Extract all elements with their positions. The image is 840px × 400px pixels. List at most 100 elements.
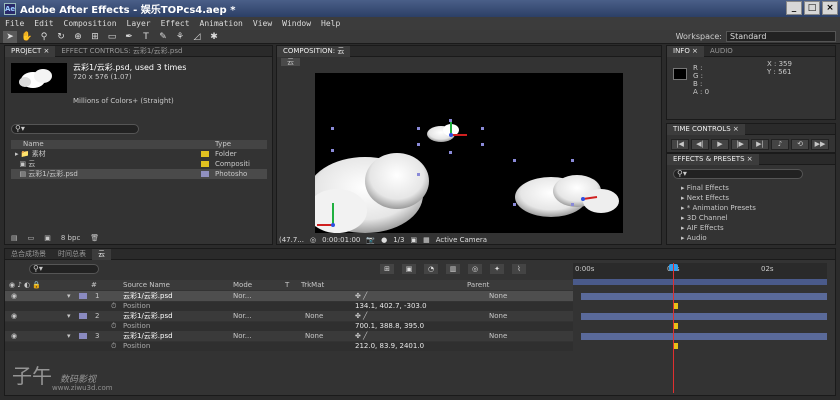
position-value[interactable]: 700.1, 388.8, 395.0 <box>355 322 424 331</box>
current-time-indicator[interactable] <box>673 263 674 393</box>
project-search-input[interactable]: ⚲▾ <box>11 124 139 134</box>
effects-category[interactable]: ▸ 3D Channel <box>667 213 835 223</box>
audio-icon[interactable]: ♪ <box>771 139 789 150</box>
tab-project[interactable]: PROJECT × <box>5 45 56 57</box>
tab-effects-presets[interactable]: EFFECTS & PRESETS × <box>667 153 759 165</box>
bit-depth-button[interactable]: 8 bpc <box>61 234 80 242</box>
camera-tool-icon[interactable]: ⊕ <box>71 31 85 43</box>
hide-shy-icon[interactable]: ◔ <box>424 264 438 274</box>
next-frame-icon[interactable]: |▶ <box>731 139 749 150</box>
hand-tool-icon[interactable]: ✋ <box>20 31 34 43</box>
trkmat-select[interactable]: None <box>305 331 323 341</box>
table-row[interactable]: ◉ ▾ 3 云彩1/云彩.psd Nor... None ✤ ╱ None <box>5 331 573 341</box>
stopwatch-icon[interactable]: ⏱ <box>111 322 116 331</box>
selection-tool-icon[interactable]: ➤ <box>3 30 17 43</box>
resolution-select[interactable]: 1/3 <box>393 236 404 244</box>
tab-info[interactable]: INFO × <box>667 45 704 57</box>
column-name[interactable]: Name <box>11 140 201 149</box>
pan-behind-tool-icon[interactable]: ⊞ <box>88 31 102 43</box>
layer-name[interactable]: 云彩1/云彩.psd <box>123 331 173 341</box>
expand-arrow-icon[interactable]: ▾ <box>67 331 71 341</box>
current-time-display[interactable]: 0:00:01:00 <box>322 236 360 244</box>
close-button[interactable]: × <box>822 1 838 15</box>
draft-3d-icon[interactable]: ▣ <box>402 264 416 274</box>
mask-tool-icon[interactable]: ▭ <box>105 31 119 43</box>
puppet-tool-icon[interactable]: ✱ <box>207 31 221 43</box>
camera-view-select[interactable]: Active Camera <box>436 236 487 244</box>
blend-mode-select[interactable]: Nor... <box>233 311 251 321</box>
tab-timeline-master[interactable]: 时间总表 <box>52 249 92 260</box>
stopwatch-icon[interactable]: ⏱ <box>111 342 116 351</box>
menu-effect[interactable]: Effect <box>156 19 195 28</box>
tab-time-controls[interactable]: TIME CONTROLS × <box>667 123 745 135</box>
layer-duration-bar[interactable] <box>581 313 827 320</box>
trkmat-select[interactable]: None <box>305 311 323 321</box>
menu-composition[interactable]: Composition <box>59 19 122 28</box>
expand-arrow-icon[interactable]: ▾ <box>67 311 71 321</box>
play-icon[interactable]: ▶ <box>711 139 729 150</box>
menu-animation[interactable]: Animation <box>195 19 248 28</box>
last-frame-icon[interactable]: ▶| <box>751 139 769 150</box>
menu-window[interactable]: Window <box>277 19 316 28</box>
ram-preview-icon[interactable]: ▶▶ <box>811 139 829 150</box>
eraser-tool-icon[interactable]: ◿ <box>190 31 204 43</box>
position-value[interactable]: 134.1, 402.7, -303.0 <box>355 302 427 311</box>
effects-category[interactable]: ▸ * Animation Presets <box>667 203 835 213</box>
new-folder-icon[interactable]: ▭ <box>28 234 35 242</box>
tab-timeline-main[interactable]: 总合成场景 <box>5 249 52 260</box>
menu-view[interactable]: View <box>248 19 277 28</box>
prev-frame-icon[interactable]: ◀| <box>691 139 709 150</box>
brainstorm-icon[interactable]: ✦ <box>490 264 504 274</box>
trash-icon[interactable]: 🗑 <box>90 234 99 242</box>
menu-edit[interactable]: Edit <box>29 19 58 28</box>
menu-layer[interactable]: Layer <box>122 19 156 28</box>
tab-composition[interactable]: COMPOSITION: 云 <box>277 45 351 57</box>
layer-name[interactable]: 云彩1/云彩.psd <box>123 311 173 321</box>
work-area-bar[interactable] <box>573 279 827 285</box>
region-of-interest-icon[interactable]: ▣ <box>410 236 417 244</box>
stopwatch-icon[interactable]: ⏱ <box>111 302 116 311</box>
list-item[interactable]: ▣ 云 Compositi <box>11 159 267 169</box>
blend-mode-select[interactable]: Nor... <box>233 291 251 301</box>
label-swatch[interactable] <box>79 333 87 339</box>
blend-mode-select[interactable]: Nor... <box>233 331 251 341</box>
column-parent[interactable]: Parent <box>467 280 489 290</box>
graph-editor-icon[interactable]: ⌇ <box>512 264 526 274</box>
rotate-tool-icon[interactable]: ↻ <box>54 31 68 43</box>
effects-category[interactable]: ▸ Next Effects <box>667 193 835 203</box>
clone-tool-icon[interactable]: ⚘ <box>173 31 187 43</box>
column-trkmat[interactable]: TrkMat <box>301 280 324 290</box>
visibility-icon[interactable]: ◉ <box>11 291 17 301</box>
tab-timeline-cloud[interactable]: 云 <box>92 248 111 260</box>
camera-snapshot-icon[interactable]: 📷 <box>366 236 375 244</box>
magnification-select[interactable]: (47.7... <box>279 236 304 244</box>
comp-mini-flowchart-icon[interactable]: ⊞ <box>380 264 394 274</box>
position-value[interactable]: 212.0, 83.9, 2401.0 <box>355 342 424 351</box>
new-comp-icon[interactable]: ▣ <box>44 234 51 242</box>
pen-tool-icon[interactable]: ✒ <box>122 31 136 43</box>
tab-audio[interactable]: AUDIO <box>704 46 739 57</box>
transparency-grid-icon[interactable]: ▦ <box>423 236 430 244</box>
snapshot-icon[interactable]: ◎ <box>310 236 316 244</box>
effects-category[interactable]: ▸ AIF Effects <box>667 223 835 233</box>
brush-tool-icon[interactable]: ✎ <box>156 31 170 43</box>
switches-icon[interactable]: ✤ ╱ <box>355 291 367 301</box>
interpret-footage-icon[interactable]: ▤ <box>11 234 18 242</box>
timeline-search-input[interactable]: ⚲▾ <box>29 264 99 274</box>
list-item[interactable]: ▤ 云彩1/云彩.psd Photosho <box>11 169 267 179</box>
cloud-layer-3[interactable] <box>427 124 459 142</box>
expand-arrow-icon[interactable]: ▾ <box>67 291 71 301</box>
layer-duration-bar[interactable] <box>581 293 827 300</box>
effects-category[interactable]: ▸ Final Effects <box>667 183 835 193</box>
parent-select[interactable]: None <box>489 311 507 321</box>
composition-viewer[interactable] <box>315 73 623 233</box>
motion-blur-icon[interactable]: ◎ <box>468 264 482 274</box>
layer-name[interactable]: 云彩1/云彩.psd <box>123 291 173 301</box>
minimize-button[interactable]: _ <box>786 1 802 15</box>
workspace-select[interactable]: Standard <box>726 31 836 42</box>
effects-search-input[interactable]: ⚲▾ <box>673 169 803 179</box>
column-source-name[interactable]: Source Name <box>123 280 170 290</box>
color-channel-icon[interactable]: ● <box>381 236 387 244</box>
loop-icon[interactable]: ⟲ <box>791 139 809 150</box>
effects-category[interactable]: ▸ Audio <box>667 233 835 243</box>
